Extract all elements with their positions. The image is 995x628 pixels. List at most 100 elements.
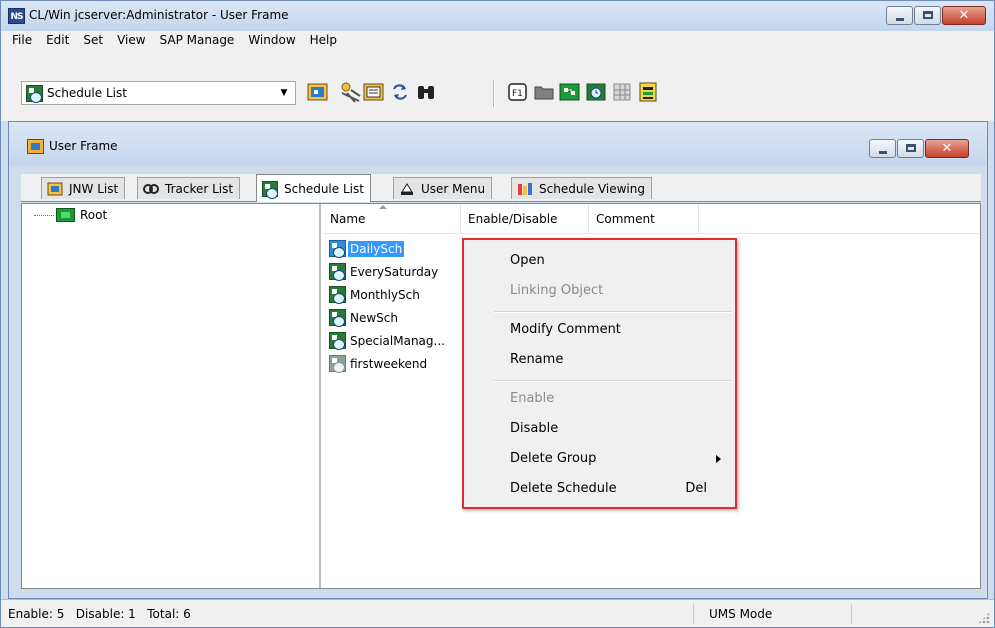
maximize-button[interactable] [914,6,941,25]
list-item[interactable]: NewSch [329,306,447,329]
context-menu: Open Linking Object Modify Comment Renam… [462,238,737,509]
window-caption-buttons: ✕ [885,6,986,25]
app-icon: NS [8,8,25,24]
calendar-icon [586,83,606,101]
menu-item-linking-object: Linking Object [464,280,735,302]
find-button[interactable] [415,81,439,105]
schedule-name: firstweekend [350,356,428,371]
menu-item-label: Delete Schedule [510,481,617,496]
menu-file[interactable]: File [5,31,39,50]
menu-help[interactable]: Help [303,31,344,50]
menu-item-rename[interactable]: Rename [464,349,735,371]
refresh-button[interactable] [389,81,413,105]
status-mode: UMS Mode [709,607,773,621]
view-selector-combo[interactable]: Schedule List ▼ [21,81,296,105]
menu-item-delete-group[interactable]: Delete Group [464,448,735,470]
list-item[interactable]: MonthlySch [329,283,447,306]
window-title: CL/Win jcserver:Administrator - User Fra… [29,8,289,22]
group-icon [559,83,580,101]
jnw-icon [47,182,63,195]
menu-item-enable: Enable [464,388,735,410]
menu-item-label: Disable [510,421,559,436]
grid-icon [613,83,631,101]
status-bar: Enable: 5 Disable: 1 Total: 6 UMS Mode [1,599,994,627]
tracker-button[interactable] [339,81,363,105]
schedule-button[interactable] [363,81,387,105]
child-maximize-button[interactable] [897,139,924,158]
minimize-icon [896,18,904,21]
chevron-down-icon[interactable]: ▼ [276,85,292,101]
menu-separator [494,380,732,382]
menu-item-label: Open [510,253,545,268]
status-counts: Enable: 5 Disable: 1 Total: 6 [8,607,191,621]
menu-item-label: Modify Comment [510,322,621,337]
user-frame-title: User Frame [49,139,118,153]
resize-grip-icon[interactable] [978,612,990,624]
tab-label: JNW List [69,181,119,196]
menu-separator [494,311,732,313]
tab-label: User Menu [421,181,486,196]
schedule-name: NewSch [350,310,398,325]
menu-item-open[interactable]: Open [464,250,735,272]
list-header: Name Enable/Disable Comment [323,204,980,234]
user-frame-caption-buttons: ✕ [868,139,969,158]
schedule-icon [329,240,346,258]
column-header-comment[interactable]: Comment [589,204,699,234]
minimize-button[interactable] [886,6,913,25]
tab-bar: JNW List Tracker List Schedule List User… [21,174,981,202]
disabled-schedule-icon [329,355,346,373]
schedule-icon [363,83,384,101]
list-rows: DailySch EverySaturday MonthlySch NewSch [329,237,447,375]
grid-button[interactable] [611,81,635,105]
maximize-icon [906,144,916,152]
schedule-name: MonthlySch [350,287,420,302]
menu-item-delete-schedule[interactable]: Delete Schedule Del [464,478,735,500]
database-icon [639,82,657,102]
list-item[interactable]: firstweekend [329,352,447,375]
tab-user-menu[interactable]: User Menu [393,177,493,199]
menu-window[interactable]: Window [241,31,302,50]
status-divider [693,604,694,624]
list-item[interactable]: SpecialManag... [329,329,447,352]
menu-item-label: Linking Object [510,283,604,298]
schedule-icon [329,332,346,350]
tracker-icon [143,183,159,194]
tab-schedule-list[interactable]: Schedule List [256,174,371,202]
menu-set[interactable]: Set [76,31,110,50]
tab-jnw-list[interactable]: JNW List [41,177,126,199]
menu-edit[interactable]: Edit [39,31,76,50]
tree-node-label: Root [80,208,108,222]
job-network-icon [307,83,328,101]
schedule-name: EverySaturday [350,264,439,279]
list-item[interactable]: DailySch [329,237,447,260]
minimize-icon [879,151,887,154]
help-f1-button[interactable]: F1 [507,81,531,105]
menu-view[interactable]: View [110,31,152,50]
menu-sap-manage[interactable]: SAP Manage [153,31,242,50]
user-frame-titlebar[interactable]: User Frame ✕ [9,122,987,166]
close-button[interactable]: ✕ [942,6,986,25]
group-button[interactable] [559,81,583,105]
tab-tracker-list[interactable]: Tracker List [137,177,241,199]
child-minimize-button[interactable] [869,139,896,158]
job-network-button[interactable] [307,81,331,105]
menu-item-disable[interactable]: Disable [464,418,735,440]
folder-button[interactable] [533,81,557,105]
user-menu-icon [401,182,413,195]
calendar-button[interactable] [585,81,609,105]
schedule-icon [329,286,346,304]
schedule-name: SpecialManag... [350,333,445,348]
menu-item-modify-comment[interactable]: Modify Comment [464,319,735,341]
column-header-name[interactable]: Name [323,204,461,234]
column-label: Name [330,212,366,226]
tree-node-root[interactable]: Root [34,208,107,222]
tracker-icon [341,82,361,103]
schedule-name: DailySch [348,240,405,257]
view-selector-value: Schedule List [47,86,127,100]
tab-schedule-viewing[interactable]: Schedule Viewing [511,177,652,199]
column-header-enable-disable[interactable]: Enable/Disable [461,204,589,234]
child-close-button[interactable]: ✕ [925,139,969,158]
list-item[interactable]: EverySaturday [329,260,447,283]
database-button[interactable] [637,81,661,105]
window-titlebar[interactable]: NS CL/Win jcserver:Administrator - User … [1,1,994,31]
